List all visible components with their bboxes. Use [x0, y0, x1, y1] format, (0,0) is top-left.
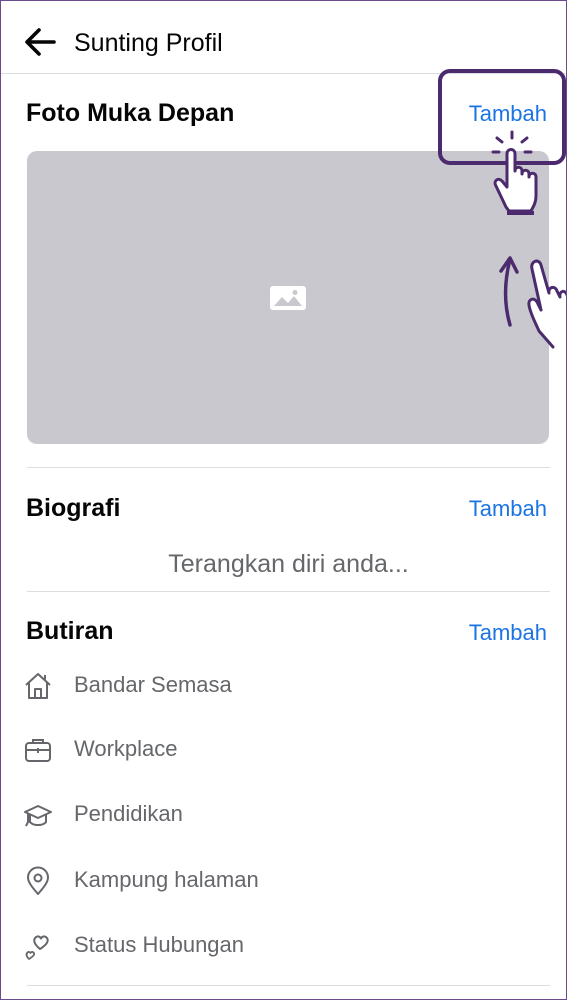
image-icon	[270, 286, 306, 310]
bio-section-title: Biografi	[26, 494, 121, 522]
detail-item-label: Bandar Semasa	[74, 672, 232, 697]
top-bar: Sunting Profil	[1, 1, 566, 74]
bio-add-link[interactable]: Tambah	[469, 495, 547, 523]
detail-item-workplace[interactable]: Workplace	[23, 729, 543, 769]
detail-item-hometown[interactable]: Kampung halaman	[23, 860, 543, 900]
detail-item-label: Kampung halaman	[74, 867, 259, 892]
section-divider	[27, 985, 550, 986]
briefcase-icon	[25, 739, 51, 762]
detail-item-relationship[interactable]: Status Hubungan	[23, 925, 543, 965]
arrow-left-icon	[25, 28, 56, 56]
back-button[interactable]	[23, 25, 57, 59]
page-title: Sunting Profil	[74, 29, 223, 57]
hearts-icon	[25, 935, 49, 960]
home-icon	[25, 673, 51, 699]
section-divider	[27, 467, 550, 468]
details-section-title: Butiran	[26, 617, 114, 645]
detail-item-current-city[interactable]: Bandar Semasa	[23, 665, 543, 705]
section-divider	[27, 591, 550, 592]
cover-photo-placeholder[interactable]	[27, 151, 549, 444]
detail-item-education[interactable]: Pendidikan	[23, 794, 543, 834]
cover-photo-section-title: Foto Muka Depan	[26, 99, 235, 127]
detail-item-label: Workplace	[74, 736, 178, 761]
cover-photo-add-link[interactable]: Tambah	[469, 100, 547, 128]
detail-item-label: Status Hubungan	[74, 932, 245, 957]
graduation-cap-icon	[24, 805, 52, 827]
location-pin-icon	[27, 866, 49, 895]
bio-placeholder-text[interactable]: Terangkan diri anda...	[1, 549, 566, 579]
edit-profile-screen: Sunting Profil Foto Muka Depan Tambah Bi…	[0, 0, 567, 1000]
detail-item-label: Pendidikan	[74, 801, 183, 826]
details-add-link[interactable]: Tambah	[469, 619, 547, 647]
